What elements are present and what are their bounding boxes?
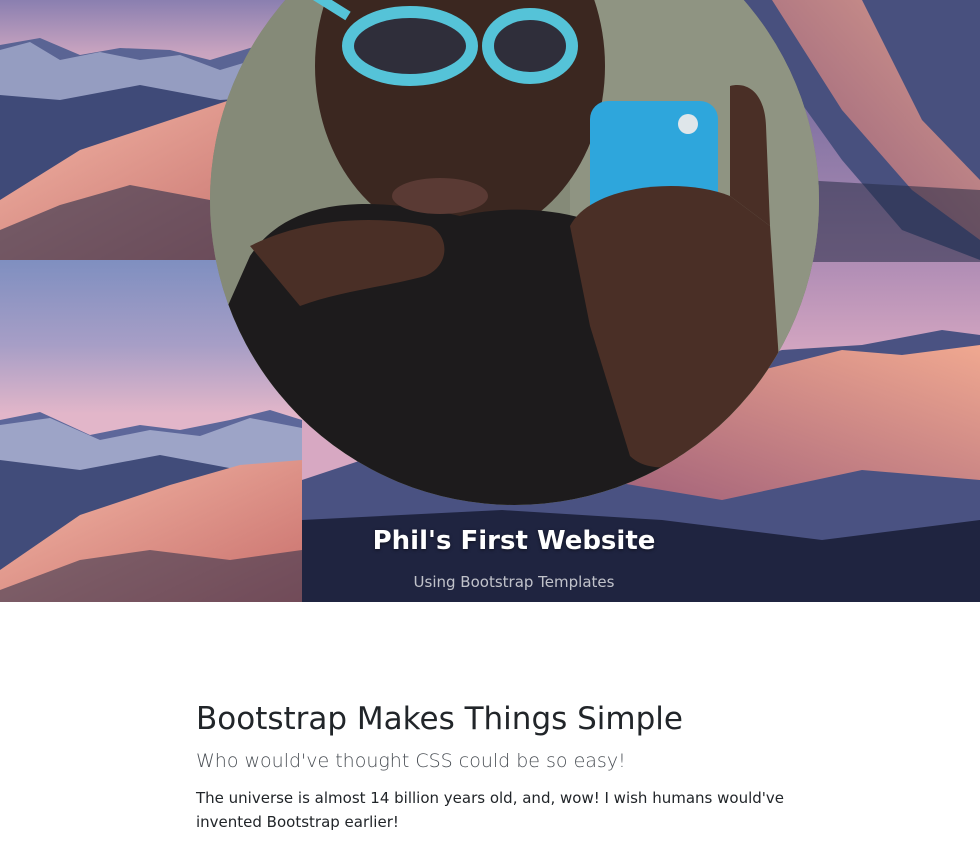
- hero-subtitle: Using Bootstrap Templates: [413, 573, 615, 591]
- section-body-text: The universe is almost 14 billion years …: [196, 789, 784, 831]
- main-content: Bootstrap Makes Things Simple Who would'…: [196, 698, 836, 834]
- hero-title: Phil's First Website: [372, 526, 656, 556]
- section-heading: Bootstrap Makes Things Simple: [196, 701, 683, 737]
- hero-section: Phil's First Website Using Bootstrap Tem…: [0, 0, 980, 602]
- section-lead: Who would've thought CSS could be so eas…: [196, 750, 626, 772]
